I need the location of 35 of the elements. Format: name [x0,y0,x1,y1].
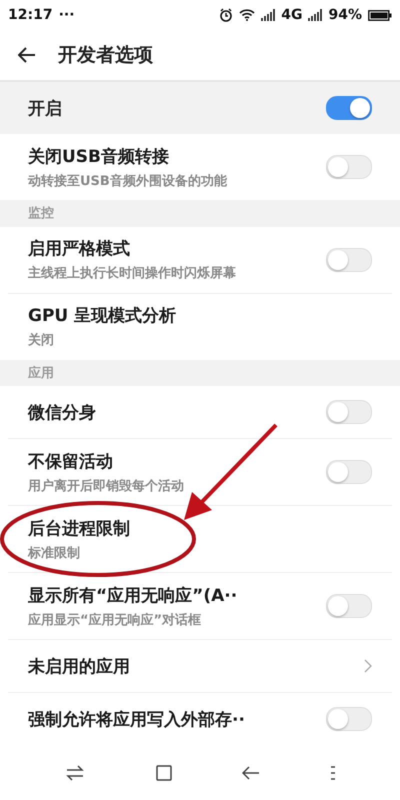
back-icon[interactable] [242,766,260,780]
toggle-switch[interactable] [326,96,372,120]
page-title: 开发者选项 [58,43,153,68]
setting-title: 不保留活动 [28,450,114,472]
setting-subtitle: 标准限制 [28,544,81,562]
battery-percent: 94% [328,7,362,23]
back-arrow-icon[interactable] [18,47,36,63]
wifi-icon [239,9,256,21]
setting-title: 后台进程限制 [28,518,131,540]
setting-subtitle: 主线程上执行长时间操作时闪烁屏幕 [28,264,237,282]
section-title: 监控 [28,205,54,222]
menu-dots-icon[interactable] [330,766,335,780]
setting-subtitle: 用户离开后即销毁每个活动 [28,478,185,494]
section-title: 应用 [28,364,54,382]
network-type: 4G [281,7,302,23]
home-square-icon[interactable] [156,764,172,780]
setting-subtitle: 动转接至USB音频外围设备的功能 [28,172,228,190]
setting-title: 未启用的应用 [28,656,131,678]
battery-icon [368,10,392,20]
switch-arrows-icon[interactable] [65,764,86,780]
signal-icon [261,9,276,21]
status-time: 12:17 [8,7,53,23]
setting-title: GPU 呈现模式分析 [28,305,178,327]
setting-subtitle: 关闭 [28,332,55,349]
setting-title: 强制允许将应用写入外部存·· [28,708,246,730]
chevron-right-icon[interactable] [364,659,372,673]
setting-title: 显示所有“应用无响应”(A·· [28,584,238,606]
signal-icon [308,9,322,21]
notification-dots: ··· [58,7,75,23]
alarm-icon [219,8,234,22]
setting-title: 微信分身 [28,402,97,424]
setting-title: 开启 [28,98,62,120]
setting-subtitle: 应用显示“应用无响应”对话框 [28,612,202,628]
setting-title: 关闭USB音频转接 [28,146,170,168]
setting-title: 启用严格模式 [28,238,131,260]
